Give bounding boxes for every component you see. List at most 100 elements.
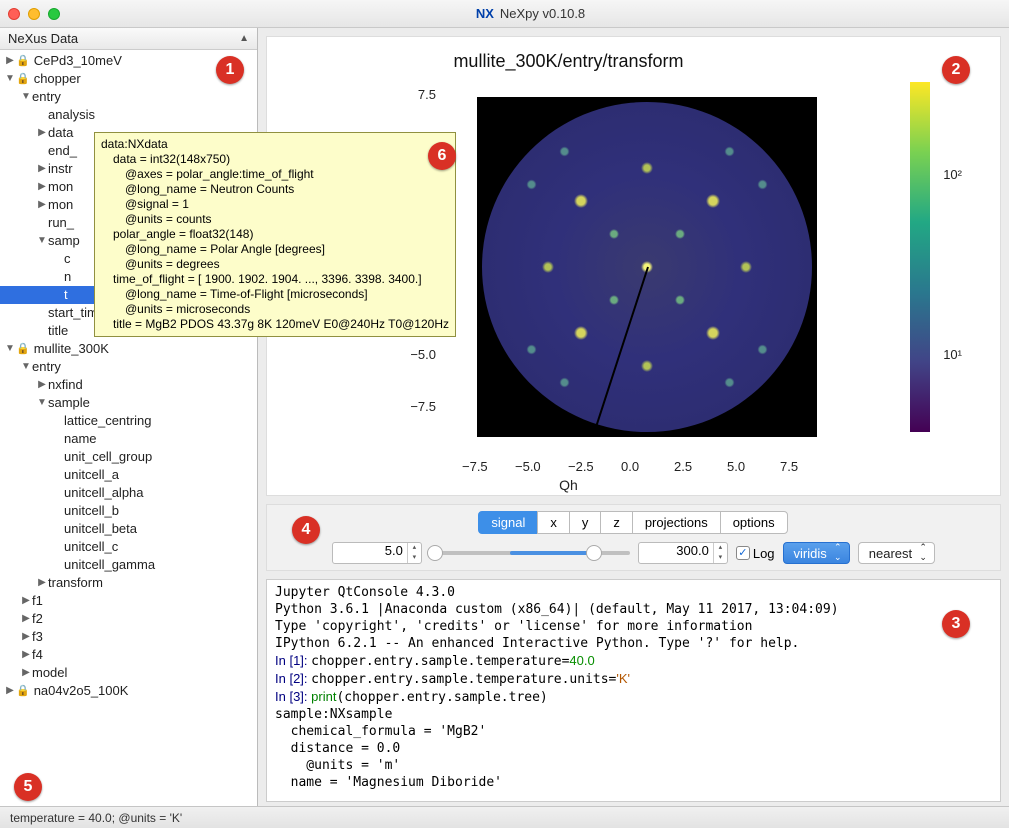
log-checkbox[interactable]: ✓ Log bbox=[736, 546, 775, 561]
tree-node-label: f4 bbox=[32, 646, 43, 664]
disclosure-icon[interactable]: ▶ bbox=[36, 574, 48, 592]
tree-node-label: unitcell_alpha bbox=[64, 484, 144, 502]
checkbox-icon: ✓ bbox=[736, 546, 750, 560]
disclosure-icon[interactable]: ▶ bbox=[20, 628, 32, 646]
tree-node[interactable]: unitcell_c bbox=[0, 538, 257, 556]
x-tick: −2.5 bbox=[568, 459, 594, 474]
colorbar bbox=[910, 82, 930, 432]
x-tick: 5.0 bbox=[727, 459, 745, 474]
tree-node-label: unit_cell_group bbox=[64, 448, 152, 466]
lock-icon: 🔒 bbox=[16, 340, 30, 358]
window-title: NX NeXpy v0.10.8 bbox=[60, 6, 1001, 21]
tab-x[interactable]: x bbox=[537, 511, 570, 534]
tree-node[interactable]: analysis bbox=[0, 106, 257, 124]
tab-y[interactable]: y bbox=[569, 511, 602, 534]
disclosure-icon[interactable]: ▶ bbox=[20, 610, 32, 628]
disclosure-icon[interactable]: ▼ bbox=[20, 358, 32, 376]
tab-z[interactable]: z bbox=[600, 511, 633, 534]
tree-node-label: unitcell_c bbox=[64, 538, 118, 556]
annotation-5: 5 bbox=[14, 773, 42, 801]
ipython-console[interactable]: Jupyter QtConsole 4.3.0 Python 3.6.1 |An… bbox=[266, 579, 1001, 802]
app-logo-icon: NX bbox=[476, 6, 494, 21]
annotation-3: 3 bbox=[942, 610, 970, 638]
colormap-select[interactable]: viridis bbox=[783, 542, 850, 564]
disclosure-icon[interactable]: ▶ bbox=[20, 646, 32, 664]
range-slider[interactable] bbox=[430, 551, 630, 555]
colorbar-tick: 10² bbox=[943, 167, 962, 182]
tree-node[interactable]: lattice_centring bbox=[0, 412, 257, 430]
tree-node[interactable]: ▶🔒na04v2o5_100K bbox=[0, 682, 257, 700]
zoom-window-icon[interactable] bbox=[48, 8, 60, 20]
tree-node-label: chopper bbox=[34, 70, 81, 88]
disclosure-icon[interactable]: ▶ bbox=[36, 196, 48, 214]
tree-header[interactable]: NeXus Data ▲ bbox=[0, 28, 257, 50]
tree-node[interactable]: ▶f3 bbox=[0, 628, 257, 646]
x-tick: 2.5 bbox=[674, 459, 692, 474]
tab-projections[interactable]: projections bbox=[632, 511, 721, 534]
slider-thumb-max[interactable] bbox=[586, 545, 602, 561]
colorbar-tick: 10¹ bbox=[943, 347, 962, 362]
tree-node[interactable]: ▶transform bbox=[0, 574, 257, 592]
tree-node-label: f2 bbox=[32, 610, 43, 628]
tab-options[interactable]: options bbox=[720, 511, 788, 534]
tree-node-label: analysis bbox=[48, 106, 95, 124]
x-axis-label: Qh bbox=[267, 477, 870, 493]
tree-node-label: model bbox=[32, 664, 67, 682]
disclosure-icon[interactable]: ▶ bbox=[36, 124, 48, 142]
tree-node-label: run_ bbox=[48, 214, 74, 232]
minimize-window-icon[interactable] bbox=[28, 8, 40, 20]
disclosure-icon[interactable]: ▶ bbox=[36, 160, 48, 178]
x-tick: 0.0 bbox=[621, 459, 639, 474]
disclosure-icon[interactable]: ▶ bbox=[20, 664, 32, 682]
tree-node[interactable]: ▼entry bbox=[0, 88, 257, 106]
y-tick: 7.5 bbox=[396, 87, 436, 102]
tree-node[interactable]: ▼sample bbox=[0, 394, 257, 412]
tree-node[interactable]: name bbox=[0, 430, 257, 448]
tree-node[interactable]: ▶f2 bbox=[0, 610, 257, 628]
lock-icon: 🔒 bbox=[16, 52, 30, 70]
stepper-icon[interactable]: ▴▾ bbox=[407, 543, 421, 563]
tree-node[interactable]: ▶f4 bbox=[0, 646, 257, 664]
tab-bar: signalxyzprojectionsoptions bbox=[279, 511, 988, 534]
tree-node[interactable]: unitcell_beta bbox=[0, 520, 257, 538]
vmax-input[interactable]: 300.0 ▴▾ bbox=[638, 542, 728, 564]
disclosure-icon[interactable]: ▶ bbox=[4, 682, 16, 700]
tab-signal[interactable]: signal bbox=[478, 511, 538, 534]
tree-node[interactable]: unitcell_alpha bbox=[0, 484, 257, 502]
tree-node-label: lattice_centring bbox=[64, 412, 151, 430]
tree-node[interactable]: unitcell_gamma bbox=[0, 556, 257, 574]
tree-node[interactable]: unit_cell_group bbox=[0, 448, 257, 466]
tree-node[interactable]: ▶model bbox=[0, 664, 257, 682]
tree-node-label: f3 bbox=[32, 628, 43, 646]
disclosure-icon[interactable]: ▼ bbox=[20, 88, 32, 106]
slider-thumb-min[interactable] bbox=[427, 545, 443, 561]
window-controls bbox=[8, 8, 60, 20]
tree-node[interactable]: ▼entry bbox=[0, 358, 257, 376]
tree-node[interactable]: unitcell_b bbox=[0, 502, 257, 520]
interpolation-select[interactable]: nearest bbox=[858, 542, 935, 564]
disclosure-icon[interactable]: ▶ bbox=[20, 592, 32, 610]
node-tooltip: data:NXdatadata = int32(148x750)@axes = … bbox=[94, 132, 456, 337]
tree-node-label: unitcell_beta bbox=[64, 520, 137, 538]
disclosure-icon[interactable]: ▼ bbox=[36, 394, 48, 412]
disclosure-icon[interactable]: ▶ bbox=[36, 376, 48, 394]
disclosure-icon[interactable]: ▶ bbox=[36, 178, 48, 196]
tree-node[interactable]: ▶nxfind bbox=[0, 376, 257, 394]
tree-node[interactable]: unitcell_a bbox=[0, 466, 257, 484]
close-window-icon[interactable] bbox=[8, 8, 20, 20]
disclosure-icon[interactable]: ▼ bbox=[4, 70, 16, 88]
tree-node[interactable]: ▶f1 bbox=[0, 592, 257, 610]
vmin-input[interactable]: 5.0 ▴▾ bbox=[332, 542, 422, 564]
disclosure-icon[interactable]: ▶ bbox=[4, 52, 16, 70]
x-tick: 7.5 bbox=[780, 459, 798, 474]
tree-node-label: nxfind bbox=[48, 376, 83, 394]
stepper-icon[interactable]: ▴▾ bbox=[713, 543, 727, 563]
window-title-text: NeXpy v0.10.8 bbox=[500, 6, 585, 21]
tree-node-label: unitcell_a bbox=[64, 466, 119, 484]
tree-node[interactable]: ▼🔒mullite_300K bbox=[0, 340, 257, 358]
disclosure-icon[interactable]: ▼ bbox=[36, 232, 48, 250]
disclosure-icon[interactable]: ▼ bbox=[4, 340, 16, 358]
collapse-icon[interactable]: ▲ bbox=[239, 33, 249, 44]
tree-node-label: mullite_300K bbox=[34, 340, 109, 358]
tree-node-label: unitcell_gamma bbox=[64, 556, 155, 574]
